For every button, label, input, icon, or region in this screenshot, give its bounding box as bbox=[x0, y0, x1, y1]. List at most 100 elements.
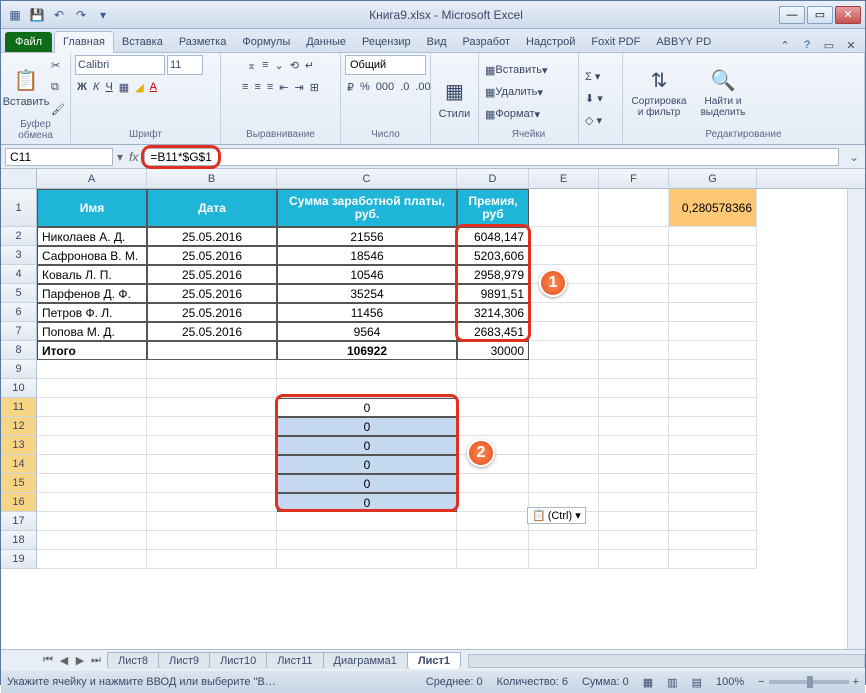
paste-button[interactable]: 📋 Вставить bbox=[5, 64, 47, 110]
cell[interactable] bbox=[37, 398, 147, 417]
cell[interactable] bbox=[529, 379, 599, 398]
expand-formula-icon[interactable]: ⌄ bbox=[843, 150, 865, 164]
cell[interactable] bbox=[457, 398, 529, 417]
header-bonus[interactable]: Премия, руб bbox=[457, 189, 529, 227]
col-header-b[interactable]: B bbox=[147, 169, 277, 188]
cell[interactable] bbox=[669, 284, 757, 303]
zoom-in-icon[interactable]: + bbox=[853, 676, 859, 688]
tab-insert[interactable]: Вставка bbox=[114, 32, 171, 52]
align-right-icon[interactable]: ≡ bbox=[265, 77, 275, 97]
cell-date[interactable]: 25.05.2016 bbox=[147, 246, 277, 265]
cell[interactable] bbox=[669, 512, 757, 531]
row-header[interactable]: 10 bbox=[1, 379, 37, 398]
row-header[interactable]: 18 bbox=[1, 531, 37, 550]
cell-c14[interactable]: 0 bbox=[277, 455, 457, 474]
cell-bonus[interactable]: 3214,306 bbox=[457, 303, 529, 322]
comma-icon[interactable]: 000 bbox=[374, 77, 396, 97]
cell[interactable] bbox=[599, 360, 669, 379]
row-header[interactable]: 5 bbox=[1, 284, 37, 303]
row-header[interactable]: 3 bbox=[1, 246, 37, 265]
cell[interactable] bbox=[147, 531, 277, 550]
styles-button[interactable]: ▦Стили bbox=[435, 76, 474, 122]
cell[interactable] bbox=[669, 322, 757, 341]
sheet-tab[interactable]: Лист11 bbox=[266, 652, 323, 669]
sheet-tab[interactable]: Лист9 bbox=[158, 652, 210, 669]
cell[interactable] bbox=[457, 417, 529, 436]
cell[interactable] bbox=[147, 341, 277, 360]
delete-cells-button[interactable]: ▦ Удалить ▾ bbox=[483, 82, 574, 102]
align-middle-icon[interactable]: ≡ bbox=[260, 55, 270, 75]
header-date[interactable]: Дата bbox=[147, 189, 277, 227]
align-left-icon[interactable]: ≡ bbox=[240, 77, 250, 97]
cell[interactable] bbox=[599, 284, 669, 303]
restore-icon[interactable]: ▭ bbox=[821, 39, 837, 52]
col-header-g[interactable]: G bbox=[669, 169, 757, 188]
cell[interactable] bbox=[147, 493, 277, 512]
cell-date[interactable]: 25.05.2016 bbox=[147, 227, 277, 246]
cell[interactable] bbox=[529, 341, 599, 360]
cell[interactable] bbox=[147, 417, 277, 436]
cell-salary[interactable]: 21556 bbox=[277, 227, 457, 246]
cell[interactable] bbox=[599, 246, 669, 265]
cell[interactable] bbox=[669, 265, 757, 284]
row-header[interactable]: 1 bbox=[1, 189, 37, 227]
cell[interactable] bbox=[147, 436, 277, 455]
cell[interactable] bbox=[599, 436, 669, 455]
col-header-a[interactable]: A bbox=[37, 169, 147, 188]
cell-salary[interactable]: 11456 bbox=[277, 303, 457, 322]
copy-icon[interactable]: ⧉ bbox=[49, 77, 67, 97]
tab-developer[interactable]: Разработ bbox=[455, 32, 518, 52]
cell-bonus[interactable]: 2958,979 bbox=[457, 265, 529, 284]
cell[interactable] bbox=[669, 398, 757, 417]
cell-bonus[interactable]: 2683,451 bbox=[457, 322, 529, 341]
select-all-corner[interactable] bbox=[1, 169, 37, 188]
col-header-d[interactable]: D bbox=[457, 169, 529, 188]
cell[interactable] bbox=[669, 436, 757, 455]
cell-name[interactable]: Коваль Л. П. bbox=[37, 265, 147, 284]
cell[interactable] bbox=[277, 379, 457, 398]
cell[interactable] bbox=[457, 512, 529, 531]
col-header-e[interactable]: E bbox=[529, 169, 599, 188]
cell-bonus[interactable]: 6048,147 bbox=[457, 227, 529, 246]
cell-c13[interactable]: 0 bbox=[277, 436, 457, 455]
cell[interactable] bbox=[599, 550, 669, 569]
file-tab[interactable]: Файл bbox=[5, 32, 52, 52]
cell[interactable] bbox=[529, 246, 599, 265]
cell-salary[interactable]: 18546 bbox=[277, 246, 457, 265]
cell[interactable] bbox=[37, 531, 147, 550]
cell[interactable] bbox=[599, 474, 669, 493]
cell[interactable] bbox=[147, 474, 277, 493]
cell[interactable] bbox=[599, 189, 669, 227]
tab-layout[interactable]: Разметка bbox=[171, 32, 235, 52]
cell[interactable] bbox=[529, 550, 599, 569]
align-top-icon[interactable]: ⌅ bbox=[245, 55, 258, 75]
cell[interactable] bbox=[457, 379, 529, 398]
cell-salary[interactable]: 35254 bbox=[277, 284, 457, 303]
row-header[interactable]: 15 bbox=[1, 474, 37, 493]
cell[interactable] bbox=[529, 398, 599, 417]
help-icon[interactable]: ? bbox=[799, 39, 815, 52]
col-header-f[interactable]: F bbox=[599, 169, 669, 188]
cell-name[interactable]: Петров Ф. Л. bbox=[37, 303, 147, 322]
header-name[interactable]: Имя bbox=[37, 189, 147, 227]
row-header[interactable]: 12 bbox=[1, 417, 37, 436]
cell[interactable] bbox=[529, 474, 599, 493]
cell[interactable] bbox=[277, 550, 457, 569]
cell-bonus[interactable]: 5203,606 bbox=[457, 246, 529, 265]
tab-review[interactable]: Рецензир bbox=[354, 32, 419, 52]
view-normal-icon[interactable]: ▦ bbox=[643, 676, 653, 689]
view-pagebreak-icon[interactable]: ▤ bbox=[692, 676, 702, 689]
cell[interactable] bbox=[599, 322, 669, 341]
horizontal-scrollbar[interactable] bbox=[468, 654, 865, 668]
cell[interactable] bbox=[457, 474, 529, 493]
view-layout-icon[interactable]: ▥ bbox=[667, 676, 677, 689]
cell[interactable] bbox=[669, 455, 757, 474]
indent-dec-icon[interactable]: ⇤ bbox=[277, 77, 290, 97]
cell-total-label[interactable]: Итого bbox=[37, 341, 147, 360]
font-name-combo[interactable]: Calibri bbox=[75, 55, 165, 75]
cell[interactable] bbox=[147, 455, 277, 474]
cell-salary[interactable]: 9564 bbox=[277, 322, 457, 341]
name-box[interactable]: C11 bbox=[5, 148, 113, 166]
clear-icon[interactable]: ◇ ▾ bbox=[583, 111, 605, 131]
cell[interactable] bbox=[457, 360, 529, 379]
